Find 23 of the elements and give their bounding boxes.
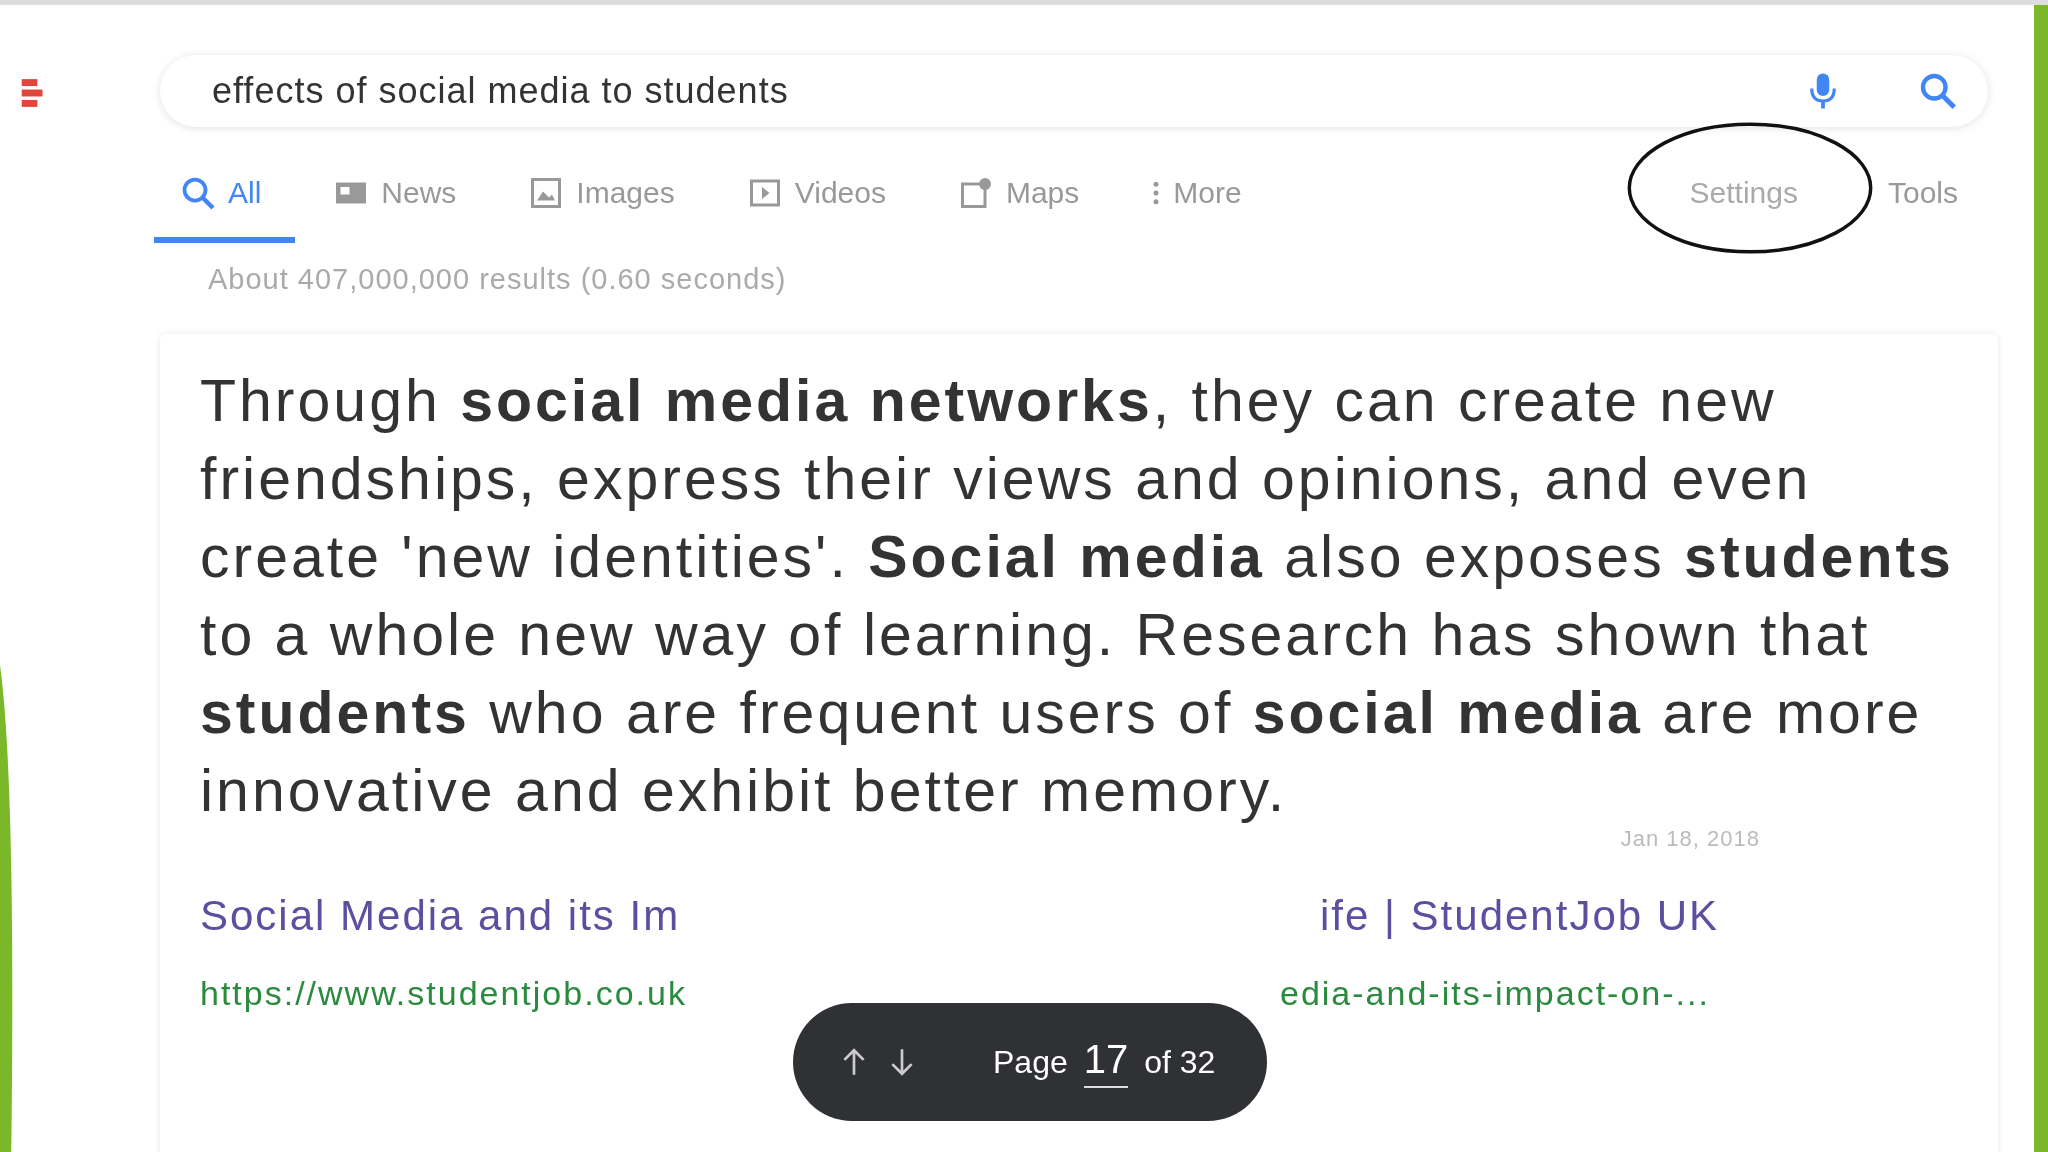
result-title-link[interactable]: ife | StudentJob UK bbox=[1320, 892, 1720, 940]
result-url: edia-and-its-impact-on-... bbox=[1280, 974, 1710, 1013]
search-tab[interactable]: Videos bbox=[746, 157, 886, 243]
arrow-down-icon[interactable] bbox=[889, 1047, 915, 1077]
arrow-up-icon[interactable] bbox=[841, 1047, 867, 1077]
result-url: https://www.studentjob.co.uk bbox=[200, 974, 687, 1013]
result-stats: About 407,000,000 results (0.60 seconds) bbox=[208, 263, 788, 296]
search-tab[interactable]: More bbox=[1151, 157, 1242, 243]
search-tab[interactable]: Images bbox=[528, 157, 675, 243]
page-total: of 32 bbox=[1144, 1043, 1216, 1081]
tools-link[interactable]: Tools bbox=[1887, 158, 1958, 242]
search-icon[interactable] bbox=[1918, 71, 1958, 111]
microphone-icon[interactable] bbox=[1808, 71, 1838, 111]
search-field[interactable]: effects of social media to students bbox=[160, 55, 1988, 127]
search-tab[interactable]: All bbox=[154, 157, 296, 243]
snippet-text: Through social media networks, they can create new friendships, express their views and opinions, and even create 'new identities'. Social media also exposes students to a whole new way of learning. Research has shown that students who are frequent users of social media are more innovative and exhibit better memory. bbox=[200, 367, 1955, 826]
snippet-date: Jan 18, 2018 bbox=[1620, 826, 1760, 852]
search-tab[interactable]: Maps bbox=[957, 157, 1080, 243]
page-number-field[interactable]: 17 bbox=[1083, 1036, 1129, 1088]
page-label: Page bbox=[993, 1043, 1068, 1081]
search-tab[interactable]: News bbox=[333, 157, 457, 243]
search-icon bbox=[180, 175, 216, 211]
result-title-link[interactable]: Social Media and its Im bbox=[200, 892, 681, 940]
